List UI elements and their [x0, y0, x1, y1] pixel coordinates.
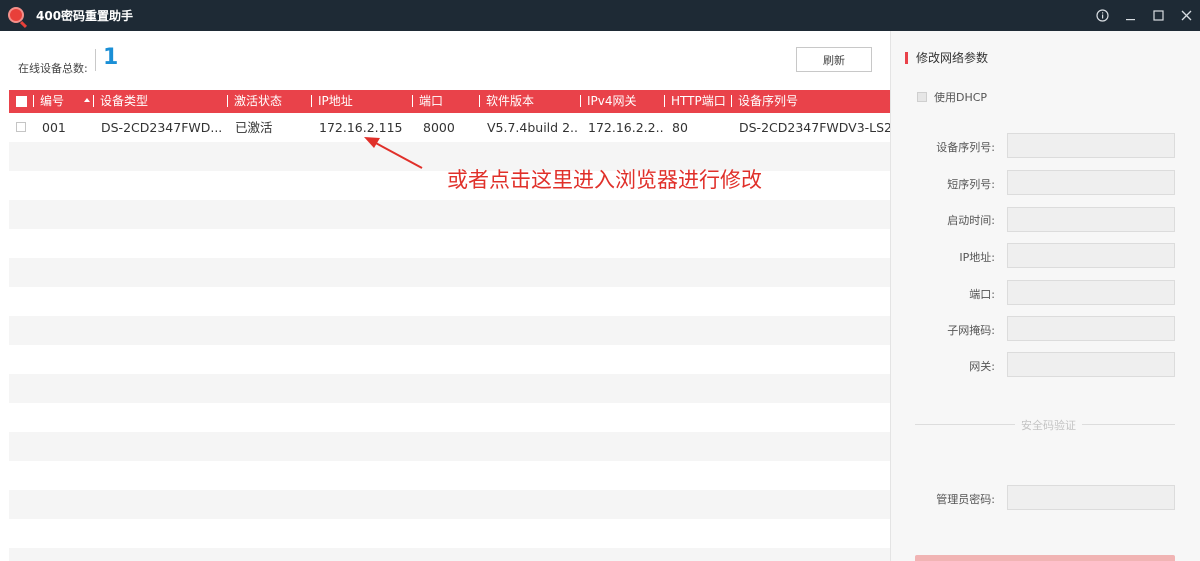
column-header-gateway[interactable]: IPv4网关	[580, 90, 637, 113]
port-field[interactable]	[1007, 280, 1175, 305]
info-button[interactable]	[1088, 0, 1116, 31]
table-row[interactable]: 001 DS-2CD2347FWD... 已激活 172.16.2.115 80…	[9, 113, 890, 142]
minimize-icon	[1125, 19, 1135, 21]
table-row	[9, 461, 890, 490]
security-section-label: 安全码验证	[1015, 417, 1082, 433]
cell-port: 8000	[423, 120, 455, 135]
table-row	[9, 142, 890, 171]
refresh-button[interactable]: 刷新	[796, 47, 872, 72]
table-row	[9, 316, 890, 345]
close-icon	[1181, 10, 1191, 21]
short-serial-field[interactable]	[1007, 170, 1175, 195]
confirm-button[interactable]	[915, 555, 1175, 561]
column-header-ip[interactable]: IP地址	[311, 90, 353, 113]
table-row	[9, 287, 890, 316]
boot-time-label: 启动时间:	[947, 214, 995, 227]
table-row	[9, 374, 890, 403]
column-header-id[interactable]: 编号	[33, 90, 91, 113]
table-row	[9, 258, 890, 287]
column-header-serial[interactable]: 设备序列号	[731, 90, 798, 113]
gateway-field[interactable]	[1007, 352, 1175, 377]
table-row	[9, 519, 890, 548]
cell-http-port: 80	[672, 120, 688, 135]
online-count-label: 在线设备总数:	[18, 62, 88, 75]
cell-gateway: 172.16.2.2...	[588, 120, 663, 135]
table-row	[9, 345, 890, 374]
panel-title: 修改网络参数	[905, 49, 988, 66]
table-row	[9, 548, 890, 561]
dhcp-label: 使用DHCP	[934, 91, 988, 104]
ip-address-label: IP地址:	[959, 251, 995, 264]
subnet-mask-field[interactable]	[1007, 316, 1175, 341]
title-bar: 400密码重置助手	[0, 0, 1200, 31]
maximize-button[interactable]	[1144, 0, 1172, 31]
table-header: 编号 设备类型 激活状态 IP地址 端口 软件版本 IPv4网关 HTTP端口 …	[9, 90, 890, 113]
info-icon	[1095, 9, 1109, 22]
column-header-http-port[interactable]: HTTP端口	[664, 90, 726, 113]
short-serial-label: 短序列号:	[947, 178, 995, 191]
dhcp-checkbox[interactable]	[917, 92, 927, 102]
count-separator	[95, 49, 96, 71]
select-all-checkbox[interactable]	[16, 96, 27, 107]
table-row	[9, 403, 890, 432]
app-logo-icon	[8, 6, 28, 28]
column-header-status[interactable]: 激活状态	[227, 90, 282, 113]
window-controls	[1088, 0, 1200, 31]
cell-id: 001	[42, 120, 66, 135]
sort-asc-icon	[84, 97, 91, 102]
cell-type: DS-2CD2347FWD...	[101, 120, 223, 135]
gateway-label: 网关:	[969, 360, 995, 373]
cell-status: 已激活	[235, 120, 273, 135]
boot-time-field[interactable]	[1007, 207, 1175, 232]
title-marker	[905, 51, 908, 64]
online-count: 1	[103, 45, 119, 70]
column-header-port[interactable]: 端口	[412, 90, 443, 113]
admin-password-field[interactable]	[1007, 485, 1175, 510]
cell-serial: DS-2CD2347FWDV3-LS20	[739, 120, 890, 135]
table-row	[9, 490, 890, 519]
serial-field[interactable]	[1007, 133, 1175, 158]
device-list-area: 在线设备总数: 1 刷新 编号 设备类型 激活状态 IP地址 端口 软件版本 I…	[0, 31, 890, 561]
port-label: 端口:	[969, 288, 995, 301]
admin-password-label: 管理员密码:	[936, 493, 995, 506]
dhcp-option[interactable]: 使用DHCP	[917, 89, 987, 105]
cell-ip-link[interactable]: 172.16.2.115	[319, 113, 403, 142]
column-header-version[interactable]: 软件版本	[479, 90, 534, 113]
table-row	[9, 171, 890, 200]
serial-label: 设备序列号:	[936, 141, 995, 154]
row-checkbox[interactable]	[16, 122, 26, 132]
close-button[interactable]	[1172, 0, 1200, 31]
network-settings-panel: 修改网络参数 使用DHCP 设备序列号: 短序列号: 启动时间: IP地址: 端…	[890, 31, 1200, 561]
cell-version: V5.7.4build 2...	[487, 120, 579, 135]
table-row	[9, 200, 890, 229]
subnet-mask-label: 子网掩码:	[947, 324, 995, 337]
table-row	[9, 229, 890, 258]
device-table: 编号 设备类型 激活状态 IP地址 端口 软件版本 IPv4网关 HTTP端口 …	[9, 90, 890, 561]
table-row	[9, 432, 890, 461]
minimize-button[interactable]	[1116, 0, 1144, 31]
maximize-icon	[1152, 10, 1164, 21]
ip-address-field[interactable]	[1007, 243, 1175, 268]
window-title: 400密码重置助手	[36, 9, 134, 23]
column-header-type[interactable]: 设备类型	[93, 90, 148, 113]
